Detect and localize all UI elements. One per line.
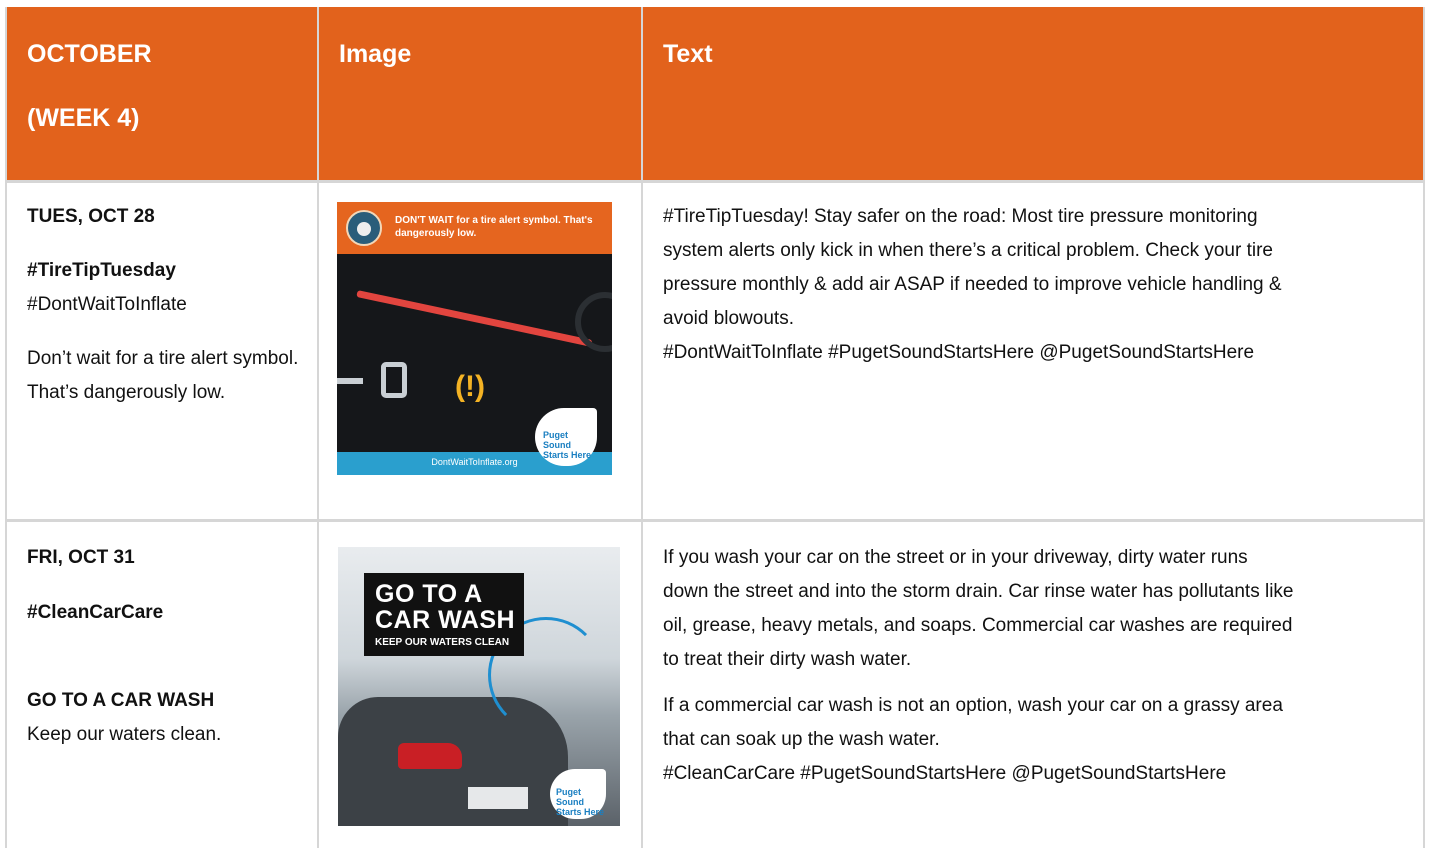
gauge-zero [381, 362, 407, 398]
row2-post-text: If you wash your car on the street or in… [663, 541, 1418, 791]
header-cell-week: OCTOBER (WEEK 4) [7, 7, 317, 180]
puget-sound-logo-text: Puget Sound Starts Here [556, 787, 605, 817]
row2-text-line: that can soak up the wash water. [663, 729, 940, 750]
grid-line [1423, 7, 1425, 848]
row1-hashtag-secondary: #DontWaitToInflate [27, 294, 187, 315]
header-week: (WEEK 4) [27, 104, 140, 132]
car-wash-banner: GO TO A CAR WASH KEEP OUR WATERS CLEAN [364, 573, 524, 656]
row1-text-line: pressure monthly & add air ASAP if neede… [663, 274, 1282, 295]
grid-line [317, 7, 319, 848]
row1-text-line: #DontWaitToInflate #PugetSoundStartsHere… [663, 342, 1255, 363]
header-text-label: Text [663, 40, 713, 68]
header-month: OCTOBER [27, 40, 152, 68]
header-image-label: Image [339, 40, 412, 68]
car-wash-banner-tagline: KEEP OUR WATERS CLEAN [375, 637, 510, 648]
car-wash-banner-title: GO TO A CAR WASH [375, 581, 515, 633]
tire-image-headline: DON'T WAIT for a tire alert symbol. That… [395, 215, 593, 239]
car-taillight [398, 743, 462, 769]
row2-text-line: oil, grease, heavy metals, and soaps. Co… [663, 615, 1293, 636]
row1-hashtag-primary: #TireTipTuesday [27, 260, 176, 281]
row2-date: FRI, OCT 31 [27, 547, 135, 568]
gauge-needle [356, 290, 593, 347]
puget-sound-logo: Puget Sound Starts Here [535, 408, 597, 466]
car-wash-banner-line1: GO TO A [375, 580, 483, 608]
row1-caption: Don’t wait for a tire alert symbol. That… [27, 348, 299, 403]
gauge-dash [337, 378, 363, 384]
car-wash-banner-line2: CAR WASH [375, 606, 516, 634]
car-plate [468, 787, 528, 809]
puget-sound-logo-text: Puget Sound Starts Here [543, 430, 592, 460]
row2-text-line: down the street and into the storm drain… [663, 581, 1294, 602]
header-cell-image: Image [319, 7, 641, 180]
header-week-title: OCTOBER (WEEK 4) [27, 37, 152, 135]
puget-sound-logo: Puget Sound Starts Here [550, 769, 606, 819]
row1-info: TUES, OCT 28 #TireTipTuesday #DontWaitTo… [27, 200, 307, 410]
row2-text-line: If you wash your car on the street or in… [663, 547, 1248, 568]
tire-alert-image: DON'T WAIT for a tire alert symbol. That… [337, 202, 612, 475]
row2-info: FRI, OCT 31 #CleanCarCare GO TO A CAR WA… [27, 541, 307, 752]
row1-post-text: #TireTipTuesday! Stay safer on the road:… [663, 200, 1413, 370]
grid-line [641, 7, 643, 848]
grid-line [5, 519, 1425, 522]
header-cell-text: Text [643, 7, 1423, 180]
row2-text-line: #CleanCarCare #PugetSoundStartsHere @Pug… [663, 763, 1227, 784]
grid-line [5, 7, 7, 848]
row1-text-line: avoid blowouts. [663, 308, 794, 329]
row1-text-line: system alerts only kick in when there’s … [663, 240, 1273, 261]
row2-hashtag: #CleanCarCare [27, 602, 164, 623]
row2-headline: GO TO A CAR WASH [27, 690, 215, 711]
row2-text-line: If a commercial car wash is not an optio… [663, 695, 1283, 716]
row1-text-line: #TireTipTuesday! Stay safer on the road:… [663, 206, 1258, 227]
grid-line [5, 180, 1425, 183]
tire-pressure-warning-icon: (!) [455, 370, 485, 403]
car-wash-image: GO TO A CAR WASH KEEP OUR WATERS CLEAN P… [338, 547, 620, 826]
row2-subline: Keep our waters clean. [27, 724, 222, 745]
row1-date: TUES, OCT 28 [27, 206, 155, 227]
tire-mascot-icon [346, 210, 382, 246]
row2-text-line: to treat their dirty wash water. [663, 649, 912, 670]
